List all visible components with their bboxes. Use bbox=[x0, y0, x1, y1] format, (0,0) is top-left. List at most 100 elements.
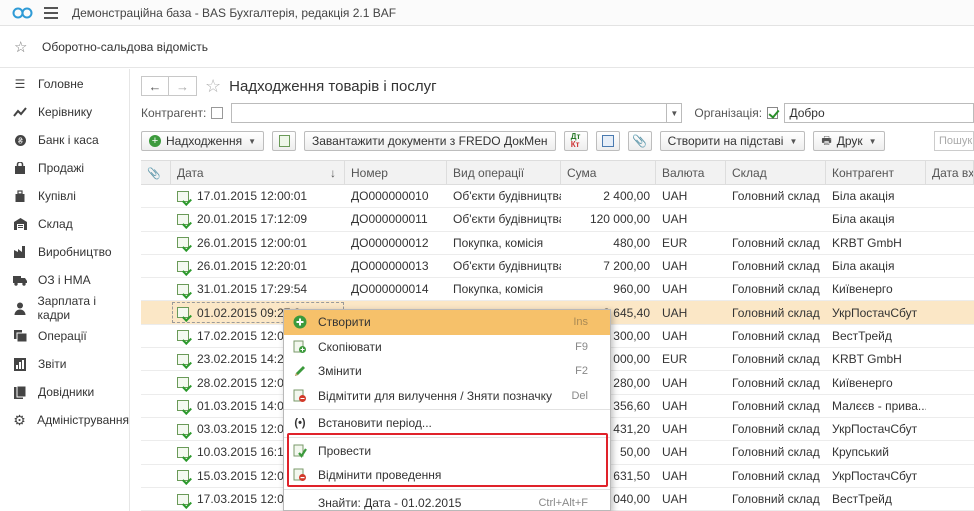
menu-item-create[interactable]: Створити Ins bbox=[284, 310, 610, 335]
back-arrow-icon[interactable]: ← bbox=[141, 76, 169, 96]
column-header-label: Дата bbox=[177, 166, 204, 180]
sidebar-item-production[interactable]: Виробництво bbox=[0, 238, 129, 266]
app-title: Демонстраційна база - BAS Бухгалтерія, р… bbox=[72, 5, 397, 20]
date-text: 17.03.2015 12:00 bbox=[197, 492, 291, 506]
column-header-number[interactable]: Номер bbox=[345, 161, 447, 185]
posted-document-icon bbox=[177, 493, 189, 505]
menu-item-edit[interactable]: Змінити F2 bbox=[284, 359, 610, 384]
sidebar-item-admin[interactable]: ⚙ Адміністрування bbox=[0, 406, 129, 434]
counterparty-cell: УкрПостачСбут bbox=[832, 305, 918, 320]
counterparty-label: Контрагент: bbox=[141, 106, 207, 120]
menu-item-mark-delete[interactable]: Відмітити для вилучення / Зняти позначку… bbox=[284, 384, 610, 409]
paperclip-icon: 📎 bbox=[632, 134, 648, 148]
operation-cell: Покупка, комісія bbox=[453, 235, 544, 250]
table-row[interactable]: 17.01.2015 12:00:01 ДО000000010 Об'єкти бу… bbox=[141, 185, 974, 209]
menu-item-set-period[interactable]: (•) Встановити період... bbox=[284, 411, 610, 436]
copy-plus-icon bbox=[278, 135, 290, 147]
warehouse-cell: Головний склад bbox=[732, 445, 820, 460]
print-button[interactable]: 🖶 Друк ▼ bbox=[813, 131, 885, 151]
column-header-incoming-date[interactable]: Дата вх. bbox=[926, 161, 974, 185]
structure-button[interactable] bbox=[595, 131, 620, 151]
posted-document-icon bbox=[177, 446, 189, 458]
column-header-warehouse[interactable]: Склад bbox=[726, 161, 826, 185]
receipt-button-label: Надходження bbox=[166, 134, 243, 148]
chevron-down-icon: ▼ bbox=[248, 136, 256, 146]
dt-kt-button[interactable]: Дт Кт bbox=[563, 131, 588, 151]
counterparty-cell: KRBT GmbH bbox=[832, 235, 902, 250]
warehouse-cell: Головний склад bbox=[732, 305, 820, 320]
counterparty-dropdown-icon[interactable]: ▼ bbox=[667, 103, 683, 123]
currency-cell: EUR bbox=[662, 235, 688, 250]
sidebar-item-salary[interactable]: Зарплата і кадри bbox=[0, 294, 129, 322]
fredo-load-button[interactable]: Завантажити документи з FREDO ДокМен bbox=[304, 131, 556, 151]
main-menu-icon[interactable] bbox=[44, 6, 58, 19]
add-favorite-star-icon[interactable]: ☆ bbox=[205, 76, 221, 97]
menu-item-unpost[interactable]: Відмінити проведення bbox=[284, 463, 610, 488]
attachment-column-header[interactable]: 📎 bbox=[141, 161, 171, 185]
sidebar-item-main[interactable]: ☰ Головне bbox=[0, 70, 129, 98]
column-header-date[interactable]: Дата ↓ bbox=[171, 161, 345, 185]
trend-icon bbox=[13, 105, 27, 119]
column-header-currency[interactable]: Валюта bbox=[656, 161, 726, 185]
sidebar-item-label: Виробництво bbox=[38, 245, 112, 259]
favorites-star-icon[interactable]: ☆ bbox=[14, 38, 30, 56]
organization-label: Організація: bbox=[694, 106, 763, 120]
sidebar-item-label: Звіти bbox=[38, 357, 67, 371]
chevron-down-icon: ▼ bbox=[868, 136, 877, 146]
column-header-operation[interactable]: Вид операції bbox=[447, 161, 561, 185]
svg-text:₴: ₴ bbox=[18, 136, 23, 145]
table-row[interactable]: 26.01.2015 12:00:01 ДО000000012 Покупка, к… bbox=[141, 232, 974, 255]
favorite-link-turnover[interactable]: Оборотно-сальдова відомість bbox=[42, 40, 208, 54]
sidebar-item-warehouse[interactable]: Склад bbox=[0, 210, 129, 238]
date-text: 03.03.2015 12:00 bbox=[197, 422, 291, 437]
search-input[interactable]: Пошук bbox=[934, 131, 974, 151]
counterparty-field[interactable] bbox=[230, 103, 668, 123]
receipt-create-button[interactable]: + Надходження ▼ bbox=[141, 131, 264, 151]
counterparty-checkbox[interactable] bbox=[211, 107, 223, 119]
currency-cell: UAH bbox=[662, 422, 688, 437]
menu-item-label: Змінити bbox=[318, 364, 362, 379]
title-bar: Демонстраційна база - BAS Бухгалтерія, р… bbox=[0, 0, 974, 26]
create-based-on-button[interactable]: Створити на підставі ▼ bbox=[659, 131, 806, 151]
counterparty-cell: УкрПостачСбут bbox=[832, 422, 918, 437]
table-row[interactable]: 20.01.2015 17:12:09 ДО000000011 Об'єкти бу… bbox=[141, 208, 974, 232]
column-header-label: Валюта bbox=[662, 166, 705, 180]
posted-document-icon bbox=[177, 423, 189, 435]
currency-cell: UAH bbox=[662, 259, 688, 274]
app-logo-icon[interactable] bbox=[12, 6, 34, 20]
menu-item-label: Створити bbox=[318, 315, 371, 330]
warehouse-cell: Головний склад bbox=[732, 468, 820, 483]
posted-document-icon bbox=[177, 237, 189, 249]
operation-cell: Об'єкти будівництва bbox=[453, 212, 561, 227]
operation-cell: Об'єкти будівництва bbox=[453, 259, 561, 274]
column-header-counterparty[interactable]: Контрагент bbox=[826, 161, 926, 185]
organization-checkbox[interactable] bbox=[767, 107, 779, 119]
copy-icon bbox=[292, 339, 308, 355]
sidebar-item-reports[interactable]: Звіти bbox=[0, 350, 129, 378]
organization-field[interactable]: Добро bbox=[784, 103, 974, 123]
menu-item-post[interactable]: Провести bbox=[284, 439, 610, 464]
coin-icon: ₴ bbox=[13, 133, 27, 147]
sidebar-item-operations[interactable]: Операції bbox=[0, 322, 129, 350]
table-row[interactable]: 26.01.2015 12:20:01 ДО000000013 Об'єкти бу… bbox=[141, 255, 974, 279]
sidebar-item-fixed-assets[interactable]: ОЗ і НМА bbox=[0, 266, 129, 294]
date-text: 23.02.2015 14:28 bbox=[197, 352, 291, 367]
menu-item-copy[interactable]: Скопіювати F9 bbox=[284, 335, 610, 360]
sidebar-item-bank[interactable]: ₴ Банк і каса bbox=[0, 126, 129, 154]
sidebar-item-purchases[interactable]: Купівлі bbox=[0, 182, 129, 210]
find-blank-icon bbox=[292, 495, 308, 511]
sidebar-item-catalogs[interactable]: Довідники bbox=[0, 378, 129, 406]
incoming-date-cell bbox=[926, 348, 974, 370]
delete-mark-icon bbox=[292, 388, 308, 404]
column-header-sum[interactable]: Сума bbox=[561, 161, 656, 185]
copy-document-button[interactable] bbox=[272, 131, 296, 151]
sidebar-item-sales[interactable]: Продажі bbox=[0, 154, 129, 182]
menu-item-find[interactable]: Знайти: Дата - 01.02.2015 Ctrl+Alt+F bbox=[284, 491, 610, 511]
attach-files-button[interactable]: 📎 bbox=[627, 131, 652, 151]
forward-arrow-icon[interactable]: → bbox=[169, 76, 197, 96]
sidebar-item-manager[interactable]: Керівнику bbox=[0, 98, 129, 126]
counterparty-cell: ВестТрейд bbox=[832, 492, 892, 506]
warehouse-cell: Головний склад bbox=[732, 282, 820, 297]
sort-down-arrow-icon: ↓ bbox=[330, 166, 336, 180]
table-row[interactable]: 31.01.2015 17:29:54 ДО000000014 Покупка, к… bbox=[141, 278, 974, 302]
